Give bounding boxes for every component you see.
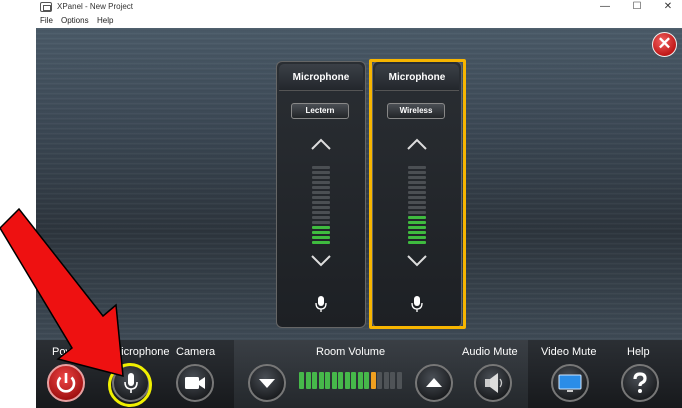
red-arrow-shape [0, 207, 124, 377]
red-arrow-annotation [0, 207, 124, 377]
